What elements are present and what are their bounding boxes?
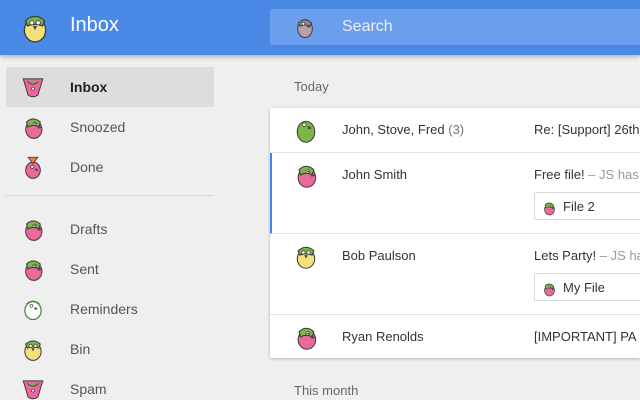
message-sender: John, Stove, Fred (3) — [342, 122, 464, 137]
sidebar: Inbox Snoozed Done Drafts Sent Reminders… — [0, 55, 230, 400]
sidebar-divider — [6, 195, 214, 196]
sidebar-item-label: Bin — [70, 341, 91, 357]
sidebar-item-label: Spam — [70, 381, 107, 397]
message-sender: Ryan Renolds — [342, 329, 424, 344]
subject-text: Free file! — [534, 167, 585, 182]
sidebar-item-sent[interactable]: Sent — [6, 249, 214, 289]
attachment-chip[interactable]: My File — [534, 273, 640, 301]
parrot-icon — [292, 161, 320, 189]
sidebar-item-inbox[interactable]: Inbox — [6, 67, 214, 107]
page-title: Inbox — [70, 14, 119, 36]
sidebar-item-drafts[interactable]: Drafts — [6, 209, 214, 249]
section-header-today: Today — [294, 79, 329, 94]
message-subject: Re: [Support] 26th — [534, 122, 640, 137]
sidebar-item-label: Reminders — [70, 301, 138, 317]
sidebar-item-spam[interactable]: Spam — [6, 369, 214, 400]
parrot-icon — [20, 114, 46, 140]
search-bar[interactable] — [270, 9, 640, 45]
search-input[interactable] — [342, 9, 632, 45]
table-row[interactable]: Ryan Renolds [IMPORTANT] PA — [270, 315, 640, 358]
parrot-icon[interactable] — [292, 14, 318, 40]
sender-names: John, Stove, Fred — [342, 122, 445, 137]
message-snippet: – JS has — [599, 248, 640, 263]
message-sender: John Smith — [342, 167, 408, 182]
parrot-icon — [292, 242, 320, 270]
subject-text: Re: [Support] 26th — [534, 122, 640, 137]
message-subject: Free file! – JS has — [534, 167, 640, 182]
message-subject: Lets Party! – JS has — [534, 248, 640, 263]
sidebar-item-label: Snoozed — [70, 119, 126, 135]
parrot-icon — [541, 200, 557, 216]
sidebar-item-label: Drafts — [70, 221, 108, 237]
sidebar-item-done[interactable]: Done — [6, 147, 214, 187]
sidebar-item-bin[interactable]: Bin — [6, 329, 214, 369]
message-sender: Bob Paulson — [342, 248, 416, 263]
message-list: John, Stove, Fred (3) Re: [Support] 26th… — [270, 108, 640, 358]
message-subject: [IMPORTANT] PA — [534, 329, 640, 344]
sidebar-item-label: Inbox — [70, 79, 108, 95]
sidebar-item-label: Sent — [70, 261, 99, 277]
table-row[interactable]: John Smith Free file! – JS has File 2 — [270, 153, 640, 234]
parrot-icon — [20, 216, 46, 242]
parrot-icon — [292, 323, 320, 351]
parrot-icon — [20, 376, 46, 400]
thread-count: (3) — [448, 122, 465, 137]
attachment-chip[interactable]: File 2 — [534, 192, 640, 220]
parrot-icon — [292, 116, 320, 144]
message-snippet: – JS has — [584, 167, 639, 182]
parrot-icon — [20, 74, 46, 100]
attachment-label: File 2 — [563, 199, 595, 214]
parrot-icon — [20, 154, 46, 180]
attachment-label: My File — [563, 280, 605, 295]
sidebar-item-label: Done — [70, 159, 104, 175]
section-header-this-month: This month — [294, 383, 359, 398]
table-row[interactable]: John, Stove, Fred (3) Re: [Support] 26th — [270, 108, 640, 153]
parrot-icon — [20, 336, 46, 362]
parrot-icon — [541, 281, 557, 297]
parrot-icon — [20, 256, 46, 282]
parrot-icon — [20, 296, 46, 322]
subject-text: Lets Party! — [534, 248, 597, 263]
sidebar-item-reminders[interactable]: Reminders — [6, 289, 214, 329]
subject-text: [IMPORTANT] PA — [534, 329, 637, 344]
table-row[interactable]: Bob Paulson Lets Party! – JS has My File — [270, 234, 640, 315]
sidebar-item-snoozed[interactable]: Snoozed — [6, 107, 214, 147]
parrot-icon[interactable] — [18, 10, 52, 44]
app-header: Inbox — [0, 0, 640, 55]
